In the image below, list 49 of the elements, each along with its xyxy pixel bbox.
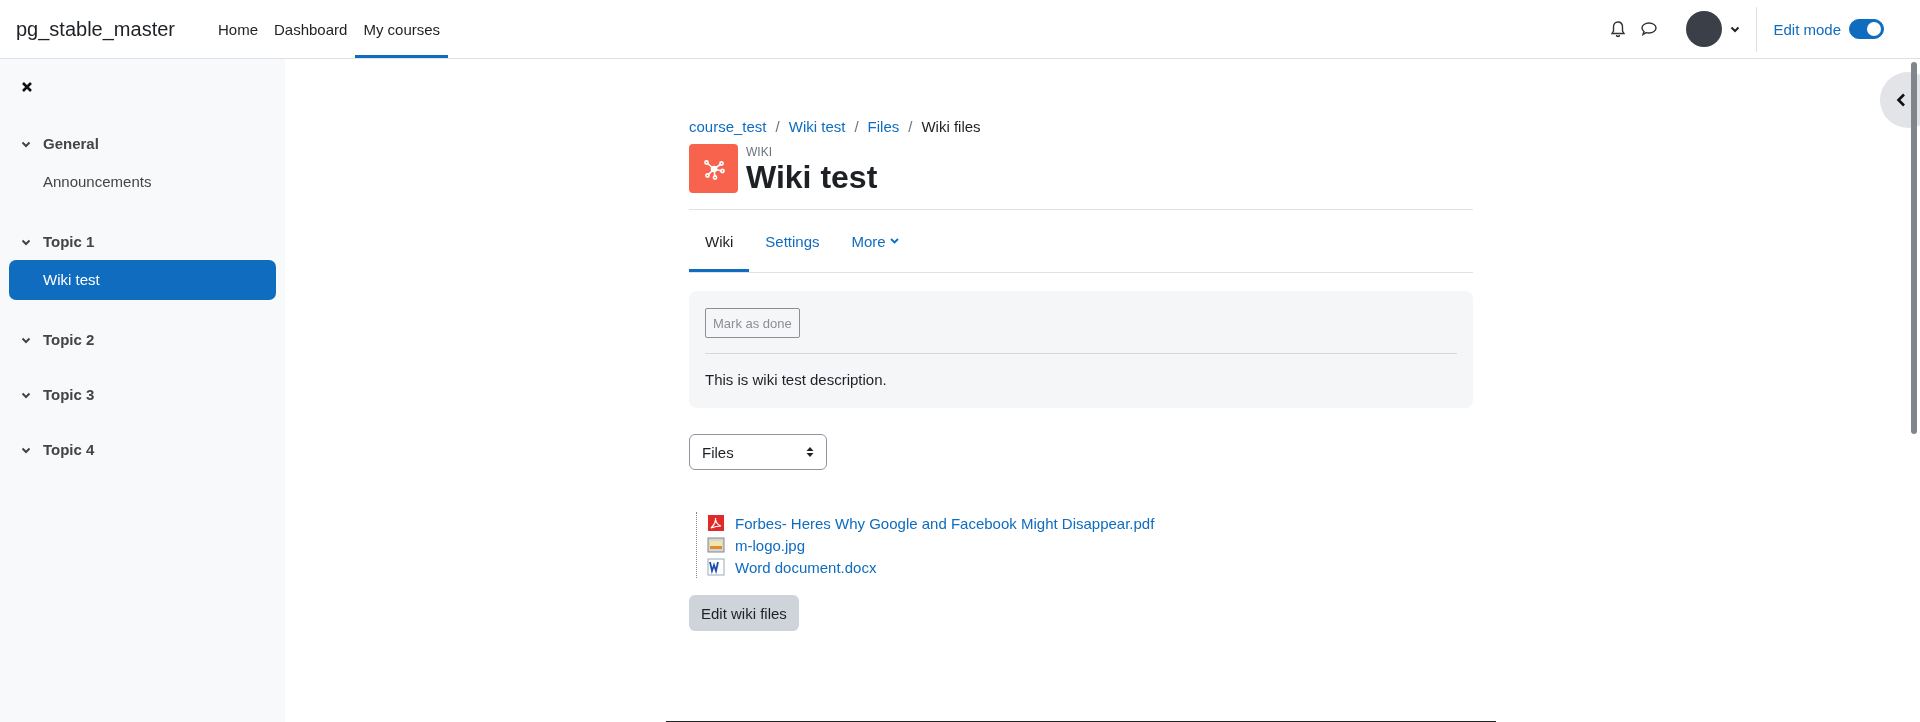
- chevron-down-icon: [21, 238, 31, 246]
- nav-link[interactable]: Home: [210, 0, 266, 58]
- word-file-icon: [707, 558, 725, 576]
- activity-type-label: WIKI: [746, 145, 773, 159]
- nav-link[interactable]: My courses: [355, 0, 449, 58]
- caret-icon[interactable]: [1730, 25, 1741, 33]
- avatar[interactable]: [1686, 11, 1723, 47]
- file-link[interactable]: Forbes- Heres Why Google and Facebook Might Disappear.pdf: [735, 514, 1155, 532]
- section-heading[interactable]: Topic 3: [9, 380, 276, 410]
- tab[interactable]: Wiki: [689, 210, 750, 272]
- breadcrumb-separator: /: [908, 117, 913, 135]
- breadcrumb-current: Wiki files: [921, 117, 981, 135]
- wiki-activity-icon: [689, 144, 738, 193]
- section-heading[interactable]: Topic 1: [9, 227, 276, 257]
- caret-icon: [889, 238, 899, 244]
- edit-mode-toggle[interactable]: [1849, 19, 1884, 39]
- file-link[interactable]: Word document.docx: [735, 558, 877, 576]
- bell-icon[interactable]: [1610, 20, 1627, 38]
- chevron-down-icon: [21, 336, 31, 344]
- close-icon[interactable]: [21, 81, 33, 93]
- activity-description: This is wiki test description.: [705, 370, 888, 390]
- image-file-icon: [707, 536, 725, 554]
- course-index-item[interactable]: Announcements: [9, 162, 276, 202]
- breadcrumb-link[interactable]: Wiki test: [788, 117, 846, 135]
- file-link[interactable]: m-logo.jpg: [735, 536, 806, 554]
- pdf-file-icon: [707, 514, 725, 532]
- chat-bubble-icon[interactable]: [1640, 21, 1659, 37]
- scrollbar-thumb[interactable]: [1911, 62, 1917, 434]
- chevron-down-icon: [21, 391, 31, 399]
- section-heading[interactable]: General: [9, 129, 276, 159]
- breadcrumb-link[interactable]: course_test: [689, 117, 767, 135]
- edit-wiki-files-button[interactable]: Edit wiki files: [689, 595, 799, 631]
- course-index-item[interactable]: Wiki test: [9, 260, 276, 300]
- up-down-arrows-icon: [806, 446, 814, 458]
- page-title: Wiki test: [746, 159, 878, 195]
- more-menu-tab[interactable]: More: [835, 210, 915, 272]
- breadcrumb-separator: /: [775, 117, 780, 135]
- breadcrumb-link[interactable]: Files: [867, 117, 900, 135]
- section-heading[interactable]: Topic 2: [9, 325, 276, 355]
- chevron-down-icon: [21, 140, 31, 148]
- tab[interactable]: Settings: [749, 210, 836, 272]
- site-name[interactable]: pg_stable_master: [16, 17, 175, 41]
- breadcrumb-separator: /: [854, 117, 859, 135]
- chevron-left-icon: [1896, 93, 1906, 107]
- view-select[interactable]: Files: [689, 434, 827, 470]
- edit-mode-label: Edit mode: [1773, 20, 1841, 38]
- nav-link[interactable]: Dashboard: [266, 0, 356, 58]
- section-heading[interactable]: Topic 4: [9, 435, 276, 465]
- chevron-down-icon: [21, 446, 31, 454]
